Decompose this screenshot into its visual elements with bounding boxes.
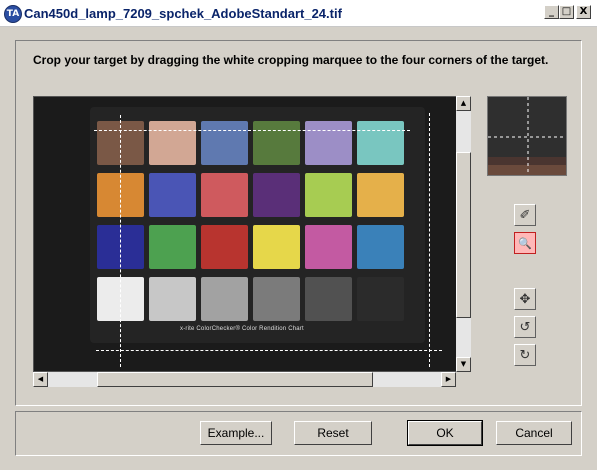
zoom-tool-button[interactable]: 🔍: [514, 232, 536, 254]
horizontal-scroll-thumb[interactable]: [97, 372, 373, 387]
app-icon: TA: [4, 5, 22, 23]
color-swatch: [357, 173, 404, 217]
rotate-left-button[interactable]: ↺: [514, 316, 536, 338]
example-button[interactable]: Example...: [200, 421, 272, 445]
minimize-button[interactable]: _: [544, 5, 559, 19]
marquee-right-edge[interactable]: [429, 113, 430, 367]
marquee-left-edge[interactable]: [120, 115, 121, 367]
close-button[interactable]: X: [576, 5, 591, 19]
maximize-button[interactable]: □: [559, 5, 574, 19]
eyedropper-icon: ✐: [519, 207, 531, 223]
reset-button[interactable]: Reset: [294, 421, 372, 445]
scroll-right-button[interactable]: ▶: [441, 372, 456, 387]
color-swatch: [357, 121, 404, 165]
color-swatch: [201, 173, 248, 217]
rotate-left-icon: ↺: [519, 319, 531, 335]
corner-preview: [487, 96, 567, 176]
marquee-top-edge[interactable]: [94, 130, 410, 131]
color-swatch: [149, 277, 196, 321]
instruction-text: Crop your target by dragging the white c…: [33, 53, 549, 67]
color-swatch: [149, 121, 196, 165]
color-swatch: [149, 173, 196, 217]
color-swatch: [253, 121, 300, 165]
vertical-scrollbar[interactable]: ▲ ▼: [456, 96, 471, 372]
color-swatch: [357, 225, 404, 269]
vertical-scroll-thumb[interactable]: [456, 152, 471, 318]
color-swatch: [253, 173, 300, 217]
rotate-right-icon: ↻: [519, 347, 531, 363]
marquee-bottom-edge[interactable]: [96, 350, 442, 351]
color-swatch: [149, 225, 196, 269]
move-tool-button[interactable]: ✥: [514, 288, 536, 310]
color-swatch: [201, 225, 248, 269]
title-bar: TA Can450d_lamp_7209_spchek_AdobeStandar…: [0, 0, 597, 27]
image-viewer[interactable]: x-rite ColorChecker® Color Rendition Cha…: [33, 96, 471, 372]
scroll-up-button[interactable]: ▲: [456, 96, 471, 111]
color-swatch: [305, 121, 352, 165]
color-checker-target: x-rite ColorChecker® Color Rendition Cha…: [90, 107, 425, 343]
color-swatch: [201, 277, 248, 321]
scroll-left-button[interactable]: ◀: [33, 372, 48, 387]
window-title: Can450d_lamp_7209_spchek_AdobeStandart_2…: [24, 6, 342, 21]
horizontal-scrollbar[interactable]: ◀ ▶: [33, 372, 456, 387]
rotate-right-button[interactable]: ↻: [514, 344, 536, 366]
color-swatch: [253, 225, 300, 269]
color-swatch: [305, 225, 352, 269]
scroll-down-button[interactable]: ▼: [456, 357, 471, 372]
cancel-button[interactable]: Cancel: [496, 421, 572, 445]
color-swatch: [305, 173, 352, 217]
color-swatch: [305, 277, 352, 321]
target-label: x-rite ColorChecker® Color Rendition Cha…: [180, 326, 304, 332]
color-swatch: [201, 121, 248, 165]
eyedropper-tool-button[interactable]: ✐: [514, 204, 536, 226]
zoom-icon: 🔍: [518, 236, 532, 250]
color-swatch: [357, 277, 404, 321]
color-swatch: [253, 277, 300, 321]
corner-preview-image: [488, 97, 566, 175]
move-icon: ✥: [519, 291, 531, 307]
ok-button[interactable]: OK: [407, 420, 483, 446]
